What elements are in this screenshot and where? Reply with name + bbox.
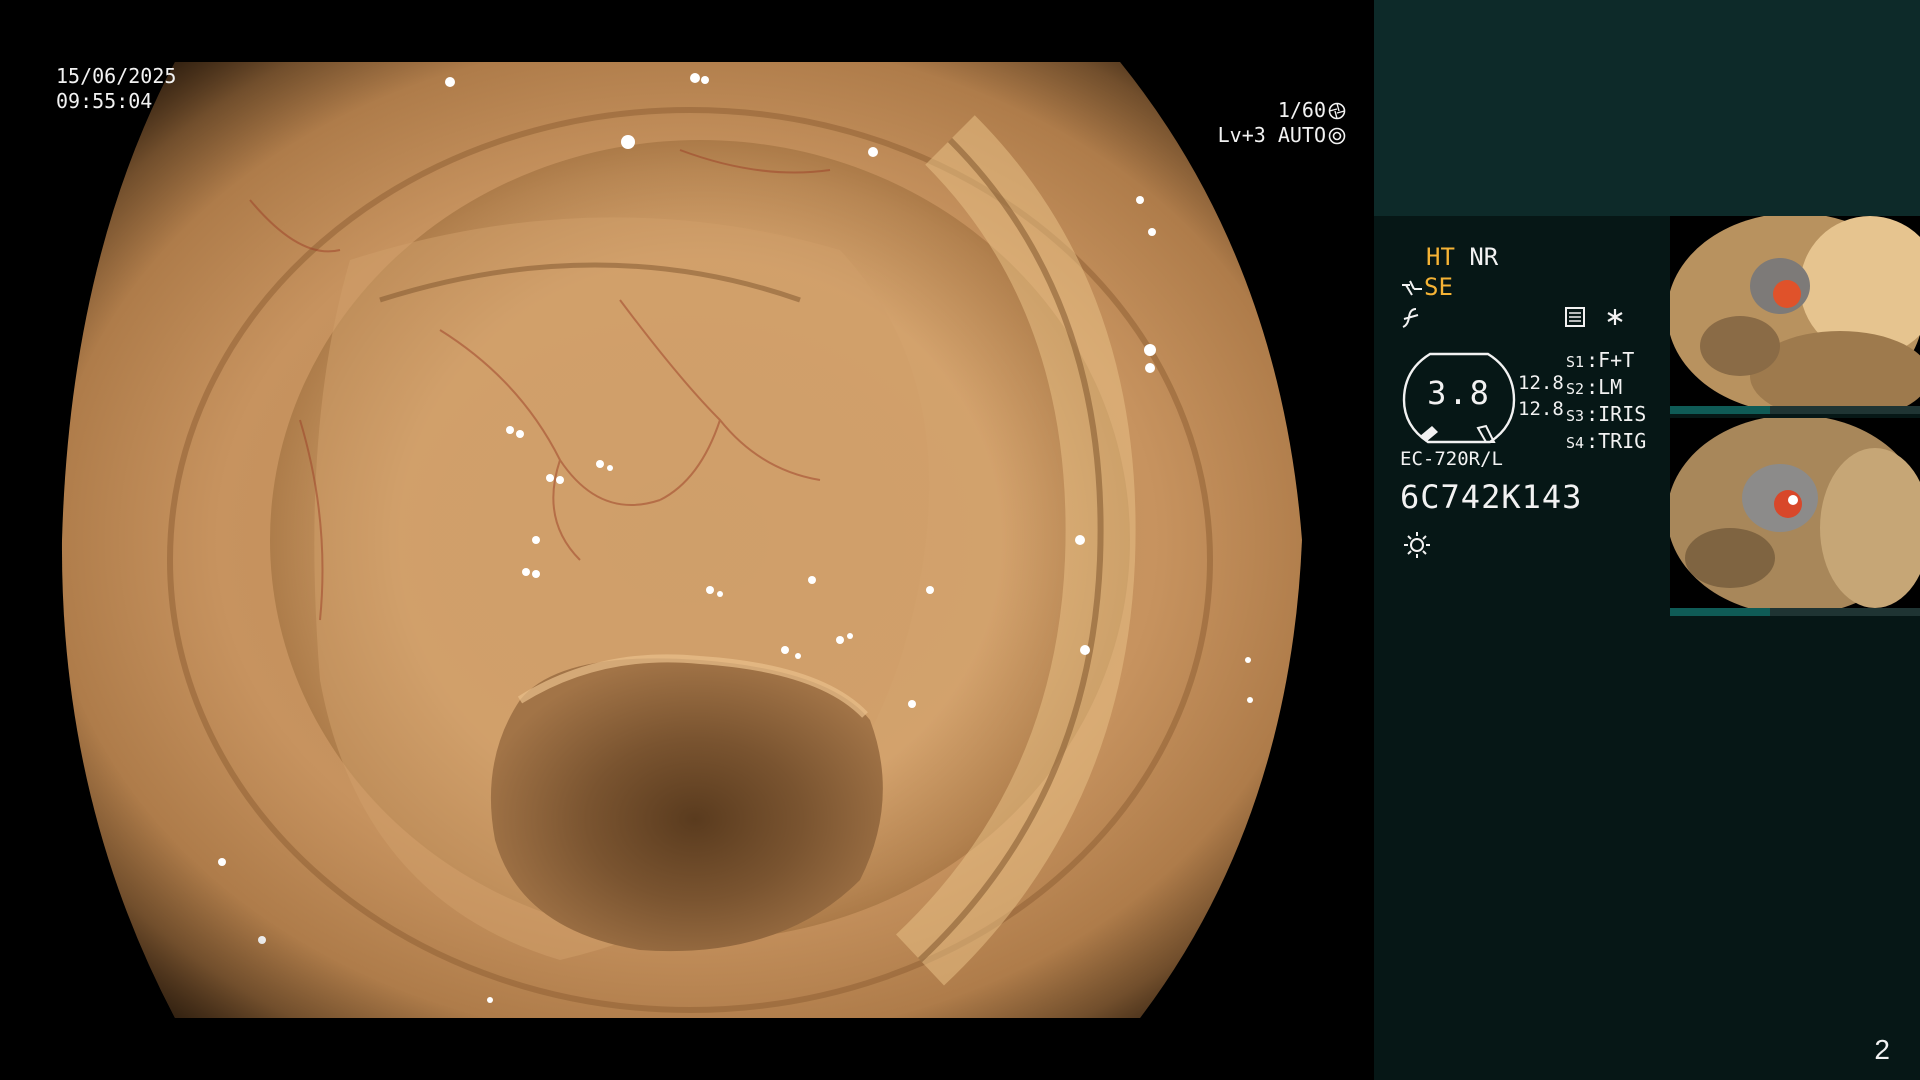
- se-label: SE: [1424, 273, 1453, 301]
- gauge-side-bottom: 12.8: [1518, 398, 1564, 420]
- switch-label: LM: [1598, 375, 1623, 399]
- switch-label: TRIG: [1598, 429, 1647, 453]
- iris-mode-text: AUTO: [1277, 123, 1326, 147]
- memo-icons: [1564, 306, 1626, 332]
- aperture-icon: [1328, 102, 1346, 120]
- nr-label: NR: [1469, 243, 1499, 271]
- exposure-overlay: 1/60 Lv+3 AUTO: [1218, 98, 1346, 148]
- asterisk-icon: [1607, 309, 1623, 325]
- filter-icon: [1402, 308, 1419, 328]
- gauge-side-top: 12.8: [1518, 372, 1564, 394]
- switch-list: S1:F+T S2:LM S3:IRIS S4:TRIG: [1566, 348, 1646, 456]
- ht-label: HT: [1426, 243, 1455, 271]
- switch-label: IRIS: [1598, 402, 1647, 426]
- iris-icon: [1328, 127, 1346, 145]
- date-text: 15/06/2025: [56, 64, 177, 88]
- switch-key: S4: [1566, 434, 1585, 452]
- thumbnail-image: [1670, 418, 1920, 612]
- page-number: 2: [1874, 1034, 1890, 1065]
- switch-item: S2:LM: [1566, 375, 1623, 399]
- thumbnail-image: [1670, 216, 1920, 410]
- switch-item: S3:IRIS: [1566, 402, 1647, 426]
- thumbnail-2-bar-fill: [1670, 608, 1770, 616]
- gauge-side-values: 12.8 12.8: [1518, 370, 1564, 422]
- switch-label: F+T: [1598, 348, 1635, 372]
- scope-model: EC-720R/L: [1400, 448, 1503, 470]
- endoscope-image: [61, 62, 1302, 1018]
- thumbnail-2[interactable]: [1670, 418, 1920, 612]
- time-text: 09:55:04: [56, 89, 153, 113]
- scope-serial: 6C742K143: [1400, 478, 1583, 516]
- shutter-text: 1/60: [1277, 98, 1326, 122]
- date-time-overlay: 15/06/2025 09:55:04: [56, 64, 176, 114]
- status-row-1: HT NR: [1400, 242, 1640, 272]
- thumbnail-1[interactable]: [1670, 216, 1920, 410]
- switch-item: S1:F+T: [1566, 348, 1635, 372]
- status-row-2: SE: [1400, 272, 1640, 302]
- thumbnail-2-bar: [1670, 608, 1920, 616]
- memo-icon: [1565, 307, 1585, 327]
- switch-key: S3: [1566, 407, 1585, 425]
- level-text: Lv+3: [1217, 123, 1266, 147]
- switch-key: S2: [1566, 380, 1585, 398]
- endoscope-view: 15/06/2025 09:55:04 1/60 Lv+3 AUTO: [0, 0, 1374, 1080]
- switch-key: S1: [1566, 353, 1585, 371]
- panel-header: [1374, 0, 1920, 216]
- switch-item: S4:TRIG: [1566, 429, 1647, 453]
- enhance-icon: [1402, 280, 1422, 296]
- gauge-value: 3.8: [1427, 374, 1491, 412]
- gauge: 3.8: [1400, 350, 1518, 446]
- thumbnail-1-bar: [1670, 406, 1920, 414]
- thumbnail-1-bar-fill: [1670, 406, 1770, 414]
- light-icon: [1404, 532, 1430, 558]
